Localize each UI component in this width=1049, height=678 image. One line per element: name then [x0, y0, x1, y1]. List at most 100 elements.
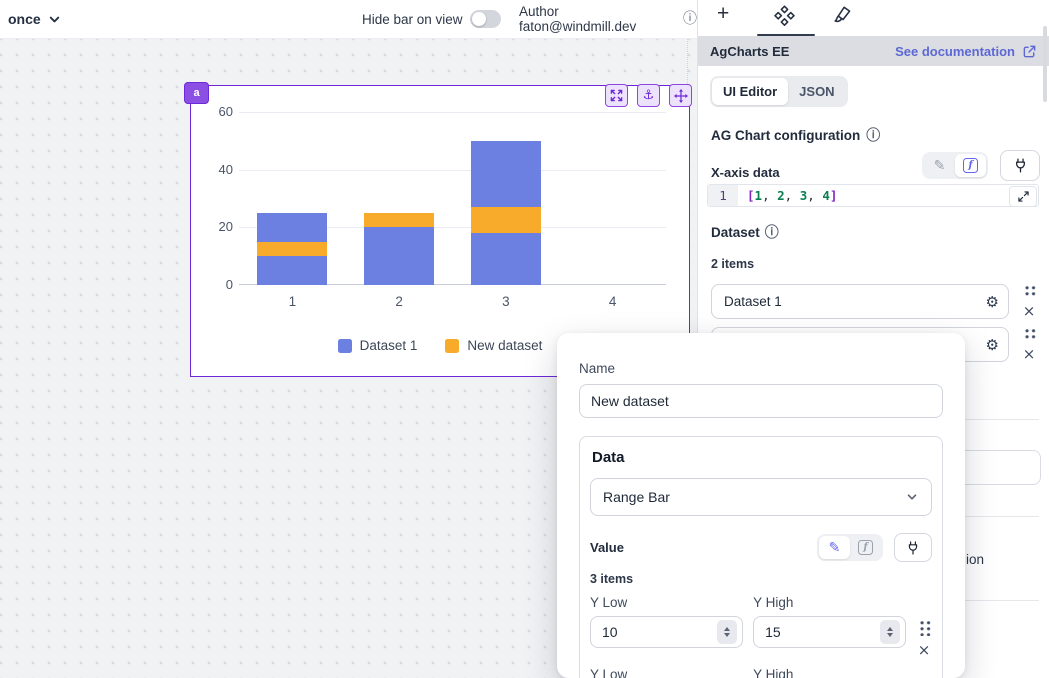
tab-component-settings[interactable]: [774, 5, 795, 26]
author-label: Author faton@windmill.dev: [519, 4, 676, 34]
expand-button[interactable]: [605, 84, 628, 107]
chart-plot-area: [239, 112, 666, 285]
component-controls: ⚓: [605, 84, 692, 107]
legend-label: New dataset: [467, 338, 542, 353]
y-high-value: 15: [765, 624, 781, 640]
legend-swatch: [338, 339, 352, 353]
y-low-label: Y Low: [590, 667, 743, 678]
y-high-input[interactable]: 15: [753, 616, 906, 648]
info-icon: ⓘ: [683, 12, 697, 26]
x-axis-tick: 4: [593, 294, 633, 309]
value-items-list: Y Low10Y High15×Y LowY High×: [590, 595, 932, 678]
data-section: Data Range Bar Value ✎ f 3 items Y L: [579, 436, 943, 678]
value-row: Y LowY High×: [590, 667, 932, 678]
pencil-mode-button[interactable]: ✎: [819, 536, 850, 559]
name-label: Name: [579, 361, 943, 376]
dataset-name-input[interactable]: [579, 384, 943, 418]
author-group: Author faton@windmill.dev ⓘ: [519, 0, 697, 38]
run-mode-dropdown[interactable]: once: [8, 0, 61, 38]
legend-item[interactable]: Dataset 1: [338, 338, 418, 353]
number-stepper[interactable]: [880, 620, 900, 644]
tab-json[interactable]: JSON: [788, 78, 845, 105]
documentation-link[interactable]: See documentation: [895, 44, 1037, 59]
plug-icon: [1012, 157, 1029, 174]
xaxis-code-editor[interactable]: 1 [1, 2, 3, 4]: [707, 184, 1039, 207]
dataset-settings-popover: Name Data Range Bar Value ✎ f: [557, 333, 965, 678]
gridline: [239, 170, 666, 171]
top-toolbar: once Hide bar on view Author faton@windm…: [0, 0, 697, 39]
pencil-icon[interactable]: ✎: [924, 154, 955, 177]
active-tab-underline: [757, 34, 815, 37]
value-header-row: Value ✎ f: [590, 533, 932, 562]
config-title-label: AG Chart configuration: [711, 128, 860, 143]
expand-editor-button[interactable]: [1009, 186, 1037, 207]
function-mode-button[interactable]: f: [850, 536, 881, 559]
info-icon: ⓘ: [765, 226, 779, 240]
x-axis-tick: 2: [379, 294, 419, 309]
tab-styling[interactable]: [831, 5, 852, 26]
component-id-badge[interactable]: a: [184, 82, 209, 104]
data-section-title: Data: [592, 449, 932, 466]
code-token: 4: [822, 188, 830, 203]
app-editor-screen: once Hide bar on view Author faton@windm…: [0, 0, 1049, 678]
y-high-label: Y High: [753, 595, 906, 610]
code-token: 1: [755, 188, 763, 203]
x-axis-tick: 1: [272, 294, 312, 309]
drag-handle-icon[interactable]: [1023, 327, 1036, 340]
panel-title: AgCharts EE: [710, 44, 789, 59]
y-high-label: Y High: [753, 667, 906, 678]
function-icon: f: [963, 158, 978, 173]
value-label: Value: [590, 540, 624, 555]
code-token: [: [747, 188, 755, 203]
value-items-count: 3 items: [590, 572, 932, 586]
bar-range: [471, 207, 541, 233]
remove-icon[interactable]: ×: [918, 643, 931, 658]
gridline: [239, 112, 666, 113]
plus-icon: +: [717, 2, 729, 26]
dataset-count: 2 items: [711, 257, 754, 271]
hide-bar-toggle[interactable]: [470, 10, 501, 28]
remove-icon[interactable]: ×: [1023, 347, 1036, 362]
y-low-input[interactable]: 10: [590, 616, 743, 648]
function-icon: f: [858, 540, 873, 555]
xaxis-input-kind-switch: ✎ f: [922, 150, 1040, 181]
editor-mode-switch: UI Editor JSON: [710, 76, 848, 107]
code-token: 2: [777, 188, 785, 203]
panel-scrollbar[interactable]: [1043, 26, 1047, 102]
code-token: ]: [830, 188, 838, 203]
expand-icon: [610, 89, 623, 102]
y-axis-tick: 0: [203, 277, 233, 292]
expand-editor-icon: [1018, 191, 1029, 202]
panel-tabs: +: [698, 0, 1049, 36]
documentation-link-label: See documentation: [895, 44, 1015, 59]
code-token: ,: [807, 188, 822, 203]
code-line-number: 1: [708, 185, 738, 206]
remove-icon[interactable]: ×: [1023, 304, 1036, 319]
info-icon: ⓘ: [866, 129, 880, 143]
connect-input-button[interactable]: [1000, 150, 1040, 181]
function-mode-button[interactable]: f: [955, 154, 986, 177]
gear-icon[interactable]: ⚙: [986, 336, 999, 354]
dataset-label-text: Dataset: [711, 225, 760, 240]
connect-input-button[interactable]: [894, 533, 932, 562]
tab-insert-component[interactable]: +: [717, 2, 729, 26]
external-link-icon: [1022, 44, 1037, 59]
tab-ui-editor[interactable]: UI Editor: [712, 78, 788, 105]
hide-bar-toggle-group: Hide bar on view: [362, 0, 501, 38]
drag-handle-icon[interactable]: [1023, 284, 1036, 297]
anchor-button[interactable]: ⚓: [637, 84, 660, 107]
legend-item[interactable]: New dataset: [445, 338, 542, 353]
dataset-type-value: Range Bar: [603, 489, 670, 505]
move-button[interactable]: [669, 84, 692, 107]
y-axis-tick: 20: [203, 219, 233, 234]
dataset-name-field[interactable]: Dataset 1⚙: [711, 284, 1009, 319]
drag-handle-icon[interactable]: [918, 619, 931, 636]
xaxis-data-label: X-axis data: [711, 165, 780, 180]
y-low-label: Y Low: [590, 595, 743, 610]
number-stepper[interactable]: [717, 620, 737, 644]
value-row: Y Low 10 Y High 15 ×: [590, 595, 932, 658]
anchor-icon: ⚓: [643, 89, 655, 102]
gear-icon[interactable]: ⚙: [986, 293, 999, 311]
dataset-type-select[interactable]: Range Bar: [590, 478, 932, 516]
config-section-title: AG Chart configuration ⓘ: [711, 128, 880, 143]
